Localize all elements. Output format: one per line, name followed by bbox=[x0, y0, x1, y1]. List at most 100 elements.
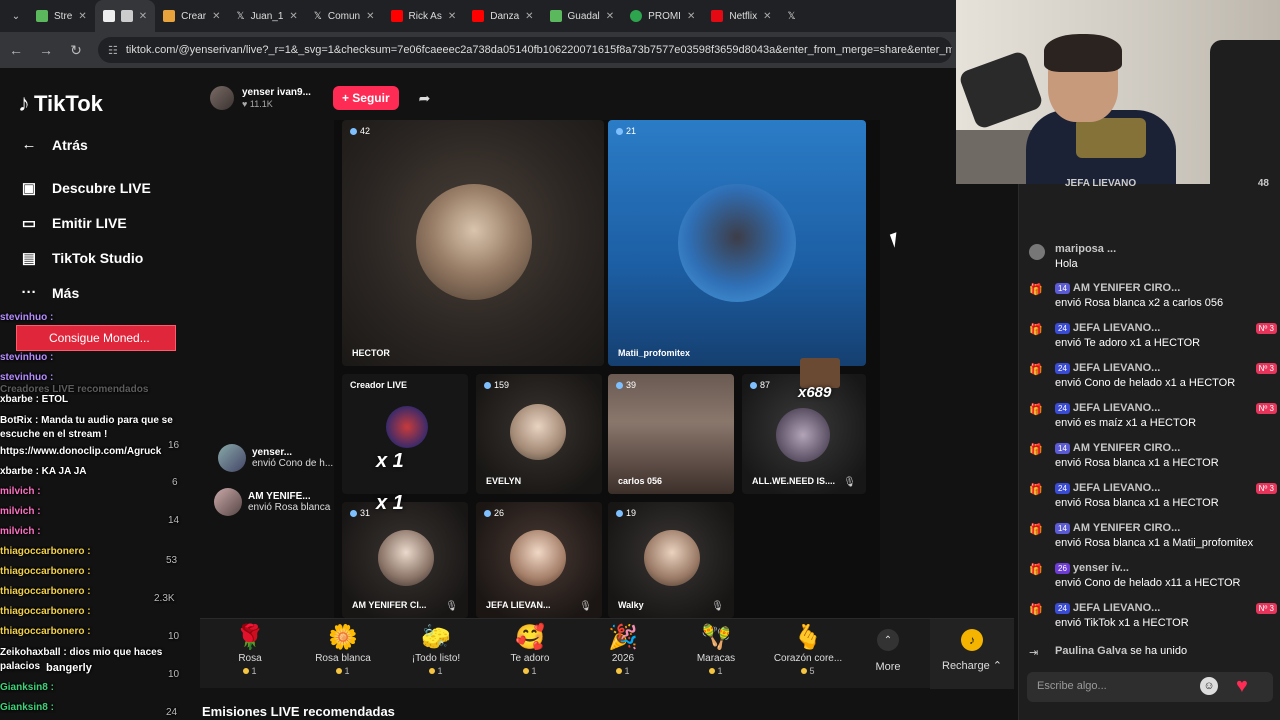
guest-name: EVELYN bbox=[486, 476, 522, 486]
score-icon bbox=[484, 509, 491, 517]
chat-username[interactable]: JEFA LIEVANO... bbox=[1073, 362, 1160, 374]
creator-count: 10 bbox=[168, 669, 180, 680]
live-chat-panel: JEFA LIEVANO 48 mariposa ... Hola 🎁 14 AM … bbox=[1018, 178, 1280, 720]
browser-tab-1[interactable]: ✕ bbox=[94, 0, 156, 32]
gift-rosa[interactable]: 🌹 Rosa 1 bbox=[210, 623, 290, 676]
gift-corazon-core[interactable]: 🫰 Corazón core... 5 bbox=[768, 623, 848, 676]
chat-username[interactable]: JEFA LIEVANO... bbox=[1073, 602, 1160, 614]
close-tab-icon[interactable]: ✕ bbox=[763, 11, 771, 22]
recommended-section-title: Emisiones LIVE recomendadas bbox=[202, 704, 395, 719]
gift-te-adoro[interactable]: 🥰 Te adoro 1 bbox=[490, 623, 570, 676]
more-gifts-button[interactable]: ⌃ More bbox=[868, 629, 908, 673]
emoji-icon[interactable]: ☺ bbox=[1200, 677, 1218, 695]
chat-username[interactable]: AM YENIFER CIRO... bbox=[1073, 282, 1180, 294]
reload-icon[interactable]: ↻ bbox=[68, 42, 84, 59]
gift-text: envió Rosa blanca bbox=[248, 502, 331, 513]
creator-count: 10 bbox=[168, 631, 180, 642]
guest-avatar bbox=[386, 406, 428, 448]
chat-username[interactable]: AM YENIFER CIRO... bbox=[1073, 522, 1180, 534]
tab-search-dropdown-icon[interactable]: ⌄ bbox=[4, 4, 28, 28]
chat-username[interactable]: yenser iv... bbox=[1073, 562, 1129, 574]
host-name[interactable]: yenser ivan9... bbox=[242, 87, 311, 99]
overlay-chat-user: thiagoccarbonero : bbox=[0, 586, 91, 597]
recharge-button[interactable]: ♪ Recharge ⌃ bbox=[930, 619, 1014, 689]
close-tab-icon[interactable]: ✕ bbox=[78, 11, 86, 22]
host-avatar[interactable] bbox=[210, 86, 234, 110]
browser-tab-9[interactable]: Netflix ✕ bbox=[703, 0, 779, 32]
overlay-chat-line: xbarbe : KA JA JA bbox=[0, 466, 210, 477]
guest-tile-walky[interactable]: 19 Walky 🎙 bbox=[608, 502, 734, 618]
user-avatar bbox=[1029, 244, 1045, 260]
guest-tile-evelyn[interactable]: 159 EVELYN bbox=[476, 374, 602, 494]
browser-tab-0[interactable]: Stre ✕ bbox=[28, 0, 95, 32]
gift-price: 5 bbox=[809, 666, 815, 676]
guest-tile-jefa[interactable]: 26 JEFA LIEVAN... 🎙 bbox=[476, 502, 602, 618]
guest-tile-creator[interactable]: Creador LIVE bbox=[342, 374, 468, 494]
site-info-icon[interactable]: ☷ bbox=[108, 44, 118, 57]
join-icon: ⇥ bbox=[1029, 647, 1039, 659]
close-tab-icon[interactable]: ✕ bbox=[289, 11, 297, 22]
sidebar-item-label: Descubre LIVE bbox=[52, 180, 151, 196]
gift-box-icon: 🎁 bbox=[1029, 604, 1043, 616]
chat-username[interactable]: JEFA LIEVANO... bbox=[1073, 322, 1160, 334]
browser-tab-8[interactable]: PROMI ✕ bbox=[622, 0, 703, 32]
browser-tab-7[interactable]: Guadal ✕ bbox=[542, 0, 623, 32]
browser-tab-10[interactable]: 𝕏 bbox=[780, 0, 820, 32]
gift-todo-listo[interactable]: 🧽 ¡Todo listo! 1 bbox=[396, 623, 476, 676]
close-tab-icon[interactable]: ✕ bbox=[448, 11, 456, 22]
close-tab-icon[interactable]: ✕ bbox=[687, 11, 695, 22]
gift-name: Maracas bbox=[696, 653, 736, 664]
gift-rosa-blanca[interactable]: 🌼 Rosa blanca 1 bbox=[303, 623, 383, 676]
guest-name: HECTOR bbox=[352, 348, 390, 358]
heart-icon[interactable]: ♥ bbox=[1236, 676, 1258, 696]
back-arrow-icon[interactable]: ← bbox=[8, 42, 24, 58]
overlay-chat-user: stevinhuo : bbox=[0, 372, 54, 383]
gift-name: Te adoro bbox=[510, 653, 550, 664]
sidebar-item-go-live[interactable]: ▭ Emitir LIVE bbox=[20, 214, 127, 232]
browser-tab-3[interactable]: 𝕏 Juan_1 ✕ bbox=[229, 0, 306, 32]
gift-2026[interactable]: 🎉 2026 1 bbox=[583, 623, 663, 676]
sidebar-item-studio[interactable]: ▤ TikTok Studio bbox=[20, 249, 143, 267]
close-tab-icon[interactable]: ✕ bbox=[366, 11, 374, 22]
tab-label: Comun bbox=[327, 10, 361, 22]
coin-icon bbox=[429, 668, 436, 674]
gift-maracas[interactable]: 🪇 Maracas 1 bbox=[676, 623, 756, 676]
gift-price: 1 bbox=[344, 666, 350, 676]
guest-tile-hector[interactable]: 42 HECTOR bbox=[342, 120, 604, 366]
chat-username[interactable]: AM YENIFER CIRO... bbox=[1073, 442, 1180, 454]
share-icon[interactable]: ➦ bbox=[419, 90, 431, 107]
guest-score: 87 bbox=[760, 380, 771, 390]
overlay-chat-user: Gianksin8 : bbox=[0, 702, 54, 713]
follow-button[interactable]: + Seguir bbox=[332, 86, 399, 110]
browser-tab-2[interactable]: Crear ✕ bbox=[155, 0, 228, 32]
close-tab-icon[interactable]: ✕ bbox=[212, 11, 220, 22]
guest-tile-matii[interactable]: 21 Matii_profomitex bbox=[608, 120, 866, 366]
close-tab-icon[interactable]: ✕ bbox=[139, 11, 147, 22]
mic-muted-icon: 🎙 bbox=[579, 601, 592, 612]
chat-username[interactable]: mariposa ... bbox=[1055, 243, 1116, 255]
gift-price: 1 bbox=[624, 666, 630, 676]
sidebar-item-more[interactable]: ··· Más bbox=[20, 284, 80, 301]
close-tab-icon[interactable]: ✕ bbox=[525, 11, 533, 22]
sidebar-item-label: TikTok Studio bbox=[52, 250, 144, 266]
gift-box-icon: 🎁 bbox=[1029, 284, 1043, 296]
gift-sender-name: yenser... bbox=[252, 447, 293, 458]
more-label: More bbox=[875, 661, 901, 673]
chat-text: envió Cono de helado x11 a HECTOR bbox=[1055, 577, 1241, 589]
guest-tile-yenifer[interactable]: 31 AM YENIFER CI... 🎙 bbox=[342, 502, 468, 618]
browser-tab-4[interactable]: 𝕏 Comun ✕ bbox=[306, 0, 383, 32]
coins-banner[interactable]: Consigue Moned... bbox=[16, 325, 176, 351]
sidebar-item-back[interactable]: ← Atrás bbox=[20, 136, 88, 153]
url-input[interactable]: ☷ tiktok.com/@yenserivan/live?_r=1&_svg=… bbox=[98, 37, 952, 63]
browser-tab-5[interactable]: Rick As ✕ bbox=[383, 0, 465, 32]
browser-tab-6[interactable]: Danza ✕ bbox=[464, 0, 541, 32]
tiktok-logo[interactable]: ♪ TikTok bbox=[18, 90, 103, 118]
chat-username[interactable]: Paulina Galva bbox=[1055, 645, 1127, 657]
forward-arrow-icon[interactable]: → bbox=[38, 42, 54, 58]
chat-username[interactable]: JEFA LIEVANO... bbox=[1073, 482, 1160, 494]
close-tab-icon[interactable]: ✕ bbox=[606, 11, 614, 22]
guest-tile-carlos[interactable]: 39 carlos 056 bbox=[608, 374, 734, 494]
guest-name: carlos 056 bbox=[618, 476, 663, 486]
chat-username[interactable]: JEFA LIEVANO... bbox=[1073, 402, 1160, 414]
sidebar-item-discover-live[interactable]: ▣ Descubre LIVE bbox=[20, 179, 151, 197]
